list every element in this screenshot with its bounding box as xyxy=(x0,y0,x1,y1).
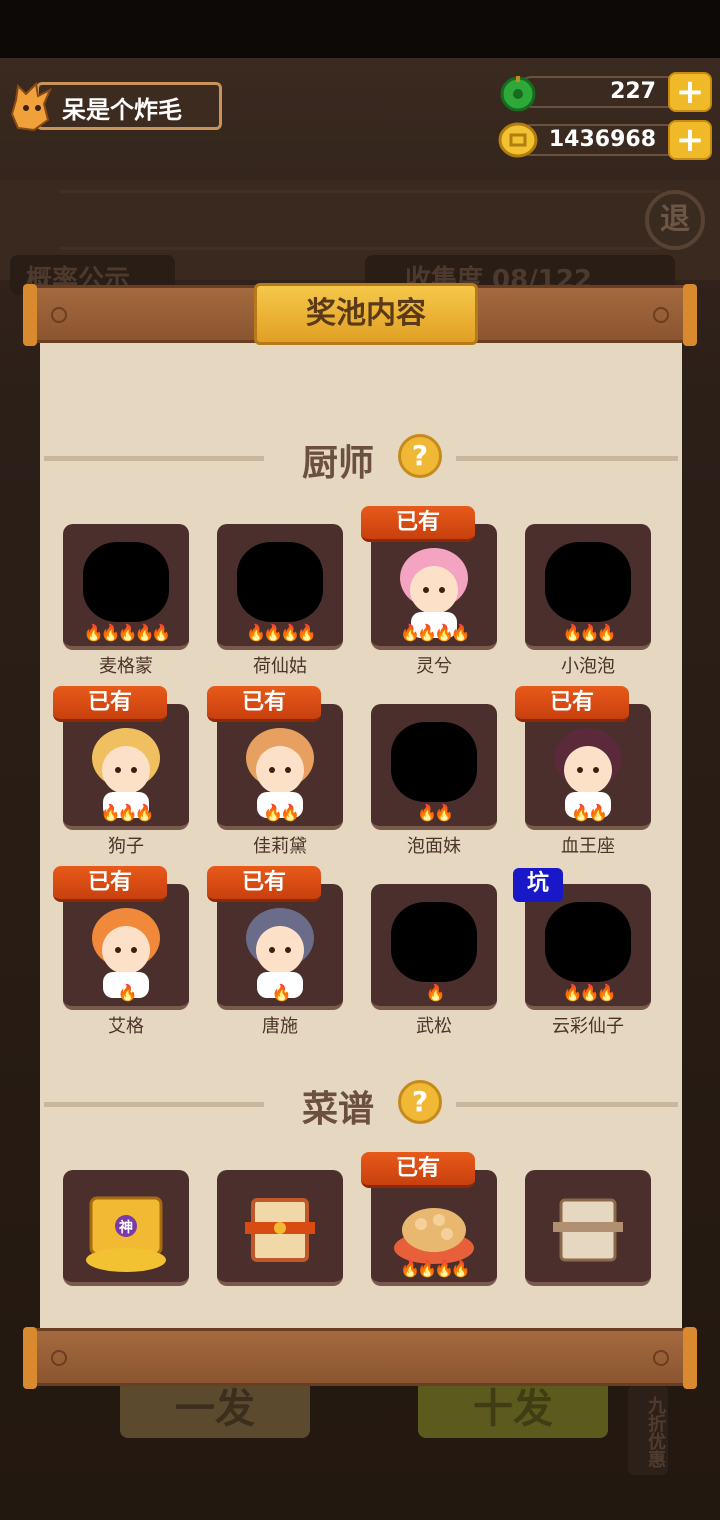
owned-badge: 已有 xyxy=(515,686,629,722)
chef-name: 狗子 xyxy=(108,836,144,857)
chef-card[interactable]: 🔥🔥🔥🔥 xyxy=(217,524,343,650)
recipe-card[interactable] xyxy=(217,1170,343,1286)
chef-card[interactable]: 🔥🔥 xyxy=(525,704,651,830)
flame-rating-icon: 🔥🔥🔥🔥 xyxy=(400,1259,471,1278)
flame-rating-icon: 🔥🔥🔥🔥 xyxy=(246,623,317,642)
chef-name: 麦格蒙 xyxy=(99,656,153,677)
scroll-bottom-rod xyxy=(23,1327,697,1389)
red-recipe-scroll-icon xyxy=(231,1178,329,1278)
chef-help-icon[interactable]: ? xyxy=(398,434,442,478)
flame-rating-icon: 🔥 xyxy=(271,983,292,1002)
chef-card[interactable]: 🔥🔥🔥 xyxy=(525,524,651,650)
chef-card[interactable]: 🔥 xyxy=(371,884,497,1010)
chef-name: 灵兮 xyxy=(416,656,452,677)
flame-rating-icon: 🔥 xyxy=(425,983,446,1002)
jade-count: 227 xyxy=(610,79,656,104)
flame-rating-icon: 🔥🔥🔥 xyxy=(562,623,617,642)
recipe-card[interactable]: 神 xyxy=(63,1170,189,1286)
chef-card[interactable]: 🔥 xyxy=(217,884,343,1010)
chef-card[interactable]: 🔥🔥🔥 xyxy=(525,884,651,1010)
chef-name: 艾格 xyxy=(108,1016,144,1037)
recipe-card[interactable] xyxy=(525,1170,651,1286)
svg-text:神: 神 xyxy=(119,1219,133,1236)
flame-rating-icon: 🔥🔥🔥 xyxy=(562,983,617,1002)
flame-rating-icon: 🔥🔥🔥🔥 xyxy=(400,623,471,642)
chef-card[interactable]: 🔥🔥 xyxy=(371,704,497,830)
flame-rating-icon: 🔥🔥 xyxy=(263,803,300,822)
player-info[interactable]: 呆是个炸毛 xyxy=(8,80,222,132)
jade-resource: 227 + xyxy=(498,72,712,112)
coin-count: 1436968 xyxy=(548,127,656,152)
flame-rating-icon: 🔥🔥🔥🔥🔥 xyxy=(83,623,172,642)
pit-badge: 坑 xyxy=(513,868,563,902)
divider xyxy=(456,456,678,461)
exit-button: 退 xyxy=(645,190,705,250)
divider xyxy=(456,1102,678,1107)
owned-badge: 已有 xyxy=(207,686,321,722)
locked-chef-silhouette xyxy=(391,902,477,982)
locked-chef-silhouette xyxy=(545,542,631,622)
player-avatar-icon xyxy=(10,81,52,132)
divider xyxy=(44,1102,264,1107)
chef-card[interactable]: 🔥🔥🔥 xyxy=(63,704,189,830)
chef-section-title: 厨师 xyxy=(302,443,375,484)
owned-badge: 已有 xyxy=(53,686,167,722)
locked-chef-silhouette xyxy=(545,902,631,982)
recipe-section-title: 菜谱 xyxy=(302,1089,375,1130)
locked-chef-silhouette xyxy=(391,722,477,802)
single-draw-button: 一发 xyxy=(120,1380,310,1438)
owned-badge: 已有 xyxy=(361,506,475,542)
locked-chef-silhouette xyxy=(83,542,169,622)
recipe-help-icon[interactable]: ? xyxy=(398,1080,442,1124)
owned-badge: 已有 xyxy=(207,866,321,902)
chef-name: 唐施 xyxy=(262,1016,298,1037)
coin-resource: 1436968 + xyxy=(498,120,712,160)
chef-name: 血王座 xyxy=(561,836,615,857)
chef-name: 泡面妹 xyxy=(407,836,461,857)
flame-rating-icon: 🔥🔥 xyxy=(571,803,608,822)
chef-name: 荷仙姑 xyxy=(253,656,307,677)
chef-name: 云彩仙子 xyxy=(552,1016,624,1037)
chef-card[interactable]: 🔥🔥🔥🔥🔥 xyxy=(63,524,189,650)
chef-card[interactable]: 🔥🔥🔥🔥 xyxy=(371,524,497,650)
flame-rating-icon: 🔥🔥🔥 xyxy=(100,803,155,822)
chef-name: 小泡泡 xyxy=(561,656,615,677)
divider xyxy=(44,456,264,461)
coin-icon xyxy=(498,122,538,158)
plain-recipe-scroll-icon xyxy=(539,1178,637,1278)
god-recipe-scroll-icon: 神 xyxy=(77,1178,175,1278)
flame-rating-icon: 🔥 xyxy=(117,983,138,1002)
owned-badge: 已有 xyxy=(53,866,167,902)
owned-badge: 已有 xyxy=(361,1152,475,1188)
player-name: 呆是个炸毛 xyxy=(62,96,182,124)
background-ornament xyxy=(60,190,660,250)
recipe-section-header: 菜谱 ? xyxy=(40,1078,682,1130)
dialog-title: 奖池内容 xyxy=(254,283,478,345)
jade-icon xyxy=(500,76,536,112)
ten-draw-button: 十发 xyxy=(418,1380,608,1438)
chef-name: 佳莉黛 xyxy=(253,836,307,857)
chef-section-header: 厨师 ? xyxy=(40,432,682,484)
chef-name: 武松 xyxy=(416,1016,452,1037)
add-coin-button[interactable]: + xyxy=(668,120,712,160)
add-jade-button[interactable]: + xyxy=(668,72,712,112)
locked-chef-silhouette xyxy=(237,542,323,622)
flame-rating-icon: 🔥🔥 xyxy=(417,803,454,822)
discount-label: 九折优惠 xyxy=(628,1385,668,1475)
chef-card[interactable]: 🔥 xyxy=(63,884,189,1010)
chef-card[interactable]: 🔥🔥 xyxy=(217,704,343,830)
